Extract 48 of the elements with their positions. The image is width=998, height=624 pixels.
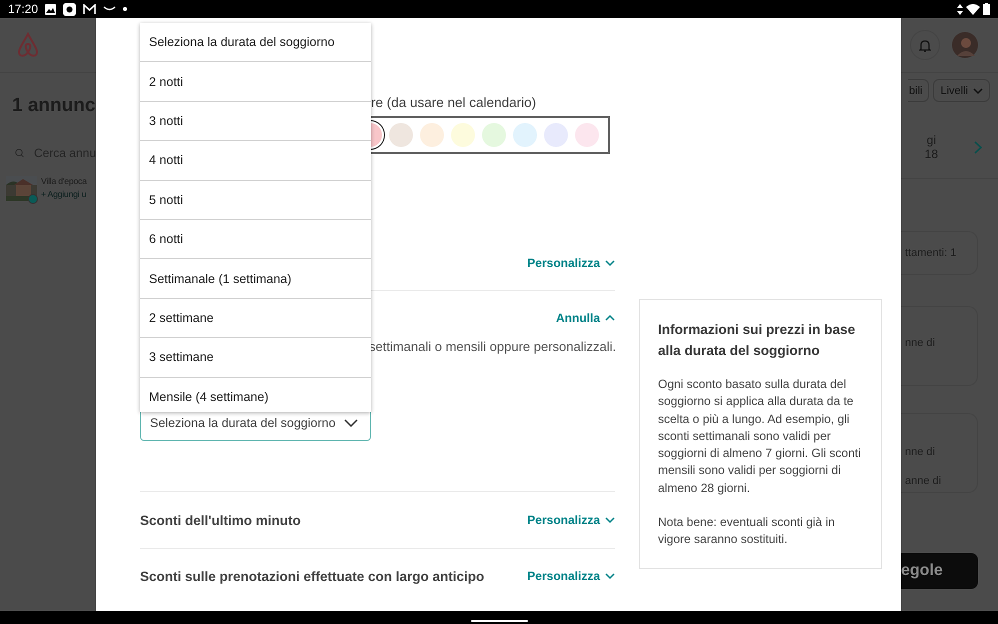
dropdown-option[interactable]: Seleziona la durata del soggiorno (140, 23, 371, 62)
chevron-down-icon (344, 418, 358, 426)
clock-time: 17:20 (8, 2, 38, 16)
home-handle[interactable] (470, 620, 528, 622)
info-title: Informazioni sui prezzi in base alla durata del soggiorno (658, 321, 856, 360)
chevron-up-icon (605, 314, 615, 322)
chevron-down-icon (605, 516, 615, 524)
field-label: re (da usare nel calendario) (370, 95, 538, 110)
section-description: settimanali o mensili oppure personalizzali. (368, 339, 615, 354)
color-swatch[interactable] (451, 123, 475, 147)
toggle-link[interactable]: Personalizza (527, 569, 615, 583)
chevron-down-icon (605, 572, 615, 580)
battery-icon (983, 3, 990, 15)
info-text: Ogni sconto basato sulla durata del soggiorno si applica alla durata da te scelta o più a lungo. Ad esempio, gli sconti settimanali sono validi per soggiorni di almeno 7 giorni. Gli sconti mensili sono validi per soggiorni di almeno 28 giorni. (658, 376, 862, 497)
toggle-link[interactable]: Annulla (556, 311, 615, 325)
dropdown-option[interactable]: Settimanale (1 settimana) (140, 259, 371, 299)
image-icon (45, 4, 56, 14)
info-text: Nota bene: eventuali sconti già in vigore saranno sostituiti. (658, 514, 836, 548)
chevron-down-icon (973, 86, 983, 94)
app-icon (63, 2, 76, 16)
color-swatch[interactable] (482, 123, 506, 147)
chevron-right-icon (974, 140, 982, 154)
chevron-down-icon (605, 259, 615, 267)
smile-icon (103, 6, 116, 12)
toggle-link[interactable]: Personalizza (527, 256, 615, 270)
data-arrows-icon (957, 4, 963, 14)
toggle-link[interactable]: Personalizza (527, 513, 615, 527)
color-swatch[interactable] (575, 123, 599, 147)
dropdown-option[interactable]: 2 notti (140, 62, 371, 102)
section-title: Sconti dell'ultimo minuto (140, 512, 301, 528)
mail-icon (83, 4, 96, 14)
color-swatch[interactable] (513, 123, 537, 147)
dropdown-option[interactable]: 5 notti (140, 180, 371, 220)
color-swatch[interactable] (420, 123, 444, 147)
section-title: Sconti sulle prenotazioni effettuate con largo anticipo (140, 568, 484, 584)
color-swatch[interactable] (389, 123, 413, 147)
dropdown-option[interactable]: 3 settimane (140, 338, 371, 378)
logo-icon (16, 32, 40, 58)
avatar (952, 32, 978, 58)
wifi-icon (966, 4, 980, 14)
dropdown-option[interactable]: 6 notti (140, 220, 371, 260)
bell-icon (919, 38, 931, 52)
rules-button[interactable]: egole (901, 553, 978, 589)
dropdown-option[interactable]: 4 notti (140, 141, 371, 181)
dropdown-option[interactable]: 2 settimane (140, 298, 371, 338)
notifications-button[interactable] (910, 30, 940, 60)
dot-icon (123, 7, 128, 11)
dropdown-option[interactable]: 3 notti (140, 102, 371, 142)
